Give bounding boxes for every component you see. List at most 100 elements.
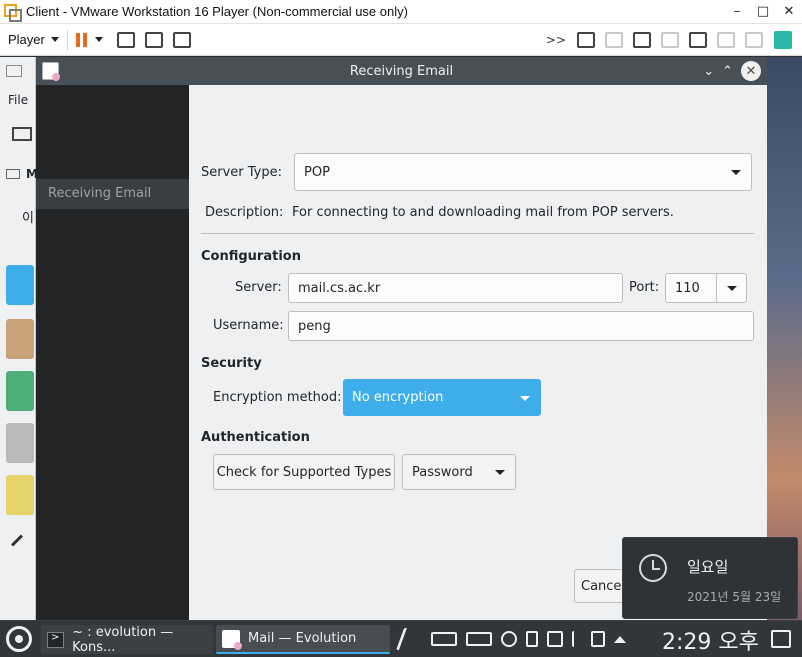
vmware-titlebar: Client - VMware Workstation 16 Player (N… xyxy=(0,0,802,24)
taskbar-clock[interactable]: 2:29 오후 xyxy=(662,624,759,656)
send-ctrl-alt-del-icon[interactable] xyxy=(116,31,135,48)
description-text: For connecting to and downloading mail f… xyxy=(292,205,674,220)
security-heading: Security xyxy=(201,356,262,371)
clipboard-icon[interactable] xyxy=(526,631,538,647)
pause-icon[interactable] xyxy=(75,32,87,47)
server-type-value: POP xyxy=(304,164,330,180)
input-method-icon[interactable] xyxy=(395,628,427,650)
maximize-chevron-up-icon[interactable]: ⌃ xyxy=(722,64,733,79)
task-evolution-label: Mail — Evolution xyxy=(248,631,357,646)
taskbar: ~ : evolution — Kons... Mail — Evolution… xyxy=(0,620,802,657)
sound-card-icon[interactable] xyxy=(689,31,707,48)
port-value: 110 xyxy=(675,280,700,296)
vmware-window-controls: – □ ✕ xyxy=(724,4,802,19)
hard-disk-icon[interactable] xyxy=(577,31,595,48)
close-button[interactable]: ✕ xyxy=(776,4,802,19)
username-label: Username: xyxy=(213,318,284,333)
task-konsole-label: ~ : evolution — Kons... xyxy=(72,624,174,655)
show-desktop-icon[interactable] xyxy=(771,630,791,648)
maximize-button[interactable]: □ xyxy=(750,4,776,19)
partial-korean-label: 이 xyxy=(22,211,34,226)
receiving-email-dialog: Receiving Email ⌄ ⌃ ✕ Receiving Email Se… xyxy=(36,57,767,620)
application-launcher-icon[interactable] xyxy=(6,626,32,652)
chevron-down-icon xyxy=(50,37,59,42)
server-type-select[interactable]: POP xyxy=(294,153,752,191)
updates-icon[interactable] xyxy=(501,631,517,647)
port-label: Port: xyxy=(629,280,660,295)
encryption-method-label: Encryption method: xyxy=(213,390,342,405)
vmware-toolbar: Player >> xyxy=(0,24,802,56)
dialog-window-controls: ⌄ ⌃ ✕ xyxy=(703,61,761,81)
dialog-titlebar: Receiving Email ⌄ ⌃ ✕ xyxy=(36,57,767,85)
memos-view-button[interactable] xyxy=(6,475,34,515)
guest-desktop: File M 이 Receiving Email ⌄ ⌃ ✕ Receiving… xyxy=(0,57,802,620)
compose-icon[interactable] xyxy=(12,127,32,141)
volume-icon[interactable] xyxy=(591,631,605,647)
check-supported-types-button[interactable]: Check for Supported Types xyxy=(213,454,395,490)
bluetooth-icon[interactable] xyxy=(572,631,582,647)
minimize-button[interactable]: – xyxy=(724,4,750,19)
message-log-icon[interactable] xyxy=(774,30,792,49)
server-type-label: Server Type: xyxy=(201,165,283,180)
evolution-app-icon xyxy=(42,62,60,81)
vmware-logo-icon xyxy=(4,3,22,22)
background-evolution-window: File M 이 xyxy=(0,57,38,620)
show-hidden-icons-icon[interactable] xyxy=(614,635,626,643)
auth-method-value: Password xyxy=(412,464,473,480)
more-devices-icon[interactable]: >> xyxy=(546,33,566,47)
configuration-heading: Configuration xyxy=(201,249,301,264)
server-value: mail.cs.ac.kr xyxy=(298,280,381,296)
calendar-view-button[interactable] xyxy=(6,371,34,411)
cancel-label: Cancel xyxy=(581,578,626,594)
divider xyxy=(201,233,754,234)
check-supported-types-label: Check for Supported Types xyxy=(216,464,392,480)
player-menu-label: Player xyxy=(8,32,45,47)
dialog-close-button[interactable]: ✕ xyxy=(741,61,761,81)
unity-mode-icon[interactable] xyxy=(172,31,191,48)
mail-view-button[interactable] xyxy=(6,265,34,305)
device-toolbar: >> xyxy=(546,30,802,49)
vmware-window-title: Client - VMware Workstation 16 Player (N… xyxy=(26,4,408,19)
network-adapter-icon[interactable] xyxy=(633,31,651,48)
notification-date: 2021년 5월 23일 xyxy=(687,590,782,604)
port-dropdown-chevron-icon[interactable] xyxy=(716,274,746,302)
port-combo[interactable]: 110 xyxy=(665,273,747,303)
terminal-icon xyxy=(47,631,65,648)
chevron-down-icon xyxy=(731,170,741,175)
dialog-sidebar: Receiving Email xyxy=(36,85,189,620)
server-input[interactable]: mail.cs.ac.kr xyxy=(288,273,623,303)
file-menu[interactable]: File xyxy=(8,93,28,107)
notification-day: 일요일 xyxy=(687,558,729,576)
cd-drive-icon[interactable] xyxy=(605,31,623,48)
keyboard-layout-icon[interactable] xyxy=(466,632,492,646)
authentication-heading: Authentication xyxy=(201,430,310,445)
system-tray xyxy=(395,621,626,657)
encryption-method-select[interactable]: No encryption xyxy=(343,379,541,416)
mail-folder-icon xyxy=(6,169,20,179)
usb-device-icon[interactable] xyxy=(717,31,735,48)
tasks-view-button[interactable] xyxy=(6,423,34,463)
encryption-method-value: No encryption xyxy=(352,390,444,405)
minimize-chevron-down-icon[interactable]: ⌄ xyxy=(703,64,714,79)
contacts-view-button[interactable] xyxy=(6,319,34,359)
chevron-down-icon xyxy=(495,470,505,475)
task-konsole[interactable]: ~ : evolution — Kons... xyxy=(41,624,213,655)
sidebar-item-receiving-email[interactable]: Receiving Email xyxy=(36,179,189,209)
pencil-icon[interactable] xyxy=(10,534,24,547)
auth-method-select[interactable]: Password xyxy=(402,454,516,490)
evolution-app-icon xyxy=(222,629,242,650)
server-label: Server: xyxy=(235,280,282,295)
printer-icon[interactable] xyxy=(661,31,679,48)
pause-options-chevron-icon[interactable] xyxy=(94,37,103,42)
floppy-icon[interactable] xyxy=(745,31,763,48)
player-menu[interactable]: Player xyxy=(8,32,59,47)
keyboard-icon[interactable] xyxy=(431,632,457,646)
clock-icon xyxy=(639,554,667,582)
date-notification-popup[interactable]: 일요일 2021년 5월 23일 xyxy=(622,537,798,619)
username-value: peng xyxy=(298,318,331,334)
mail-icon xyxy=(6,65,22,77)
network-icon[interactable] xyxy=(547,631,563,647)
username-input[interactable]: peng xyxy=(288,311,754,341)
fit-guest-icon[interactable] xyxy=(144,31,163,48)
task-evolution[interactable]: Mail — Evolution xyxy=(216,625,390,654)
